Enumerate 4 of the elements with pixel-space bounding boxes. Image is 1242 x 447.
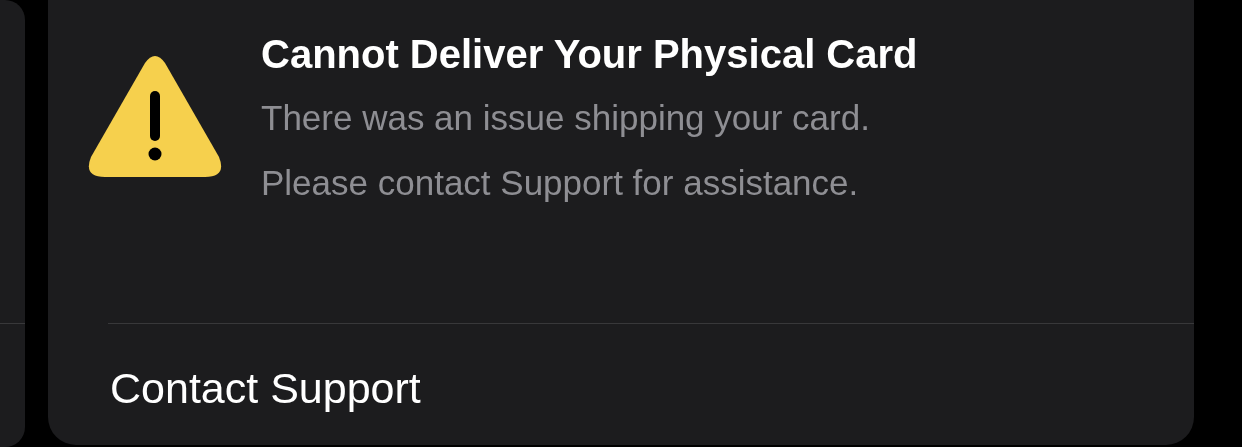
alert-title: Cannot Deliver Your Physical Card (261, 31, 918, 78)
contact-support-button[interactable]: Contact Support (110, 362, 421, 414)
alert-message: There was an issue shipping your card. Please contact Support for assistance. (261, 97, 871, 204)
warning-icon (87, 55, 223, 179)
